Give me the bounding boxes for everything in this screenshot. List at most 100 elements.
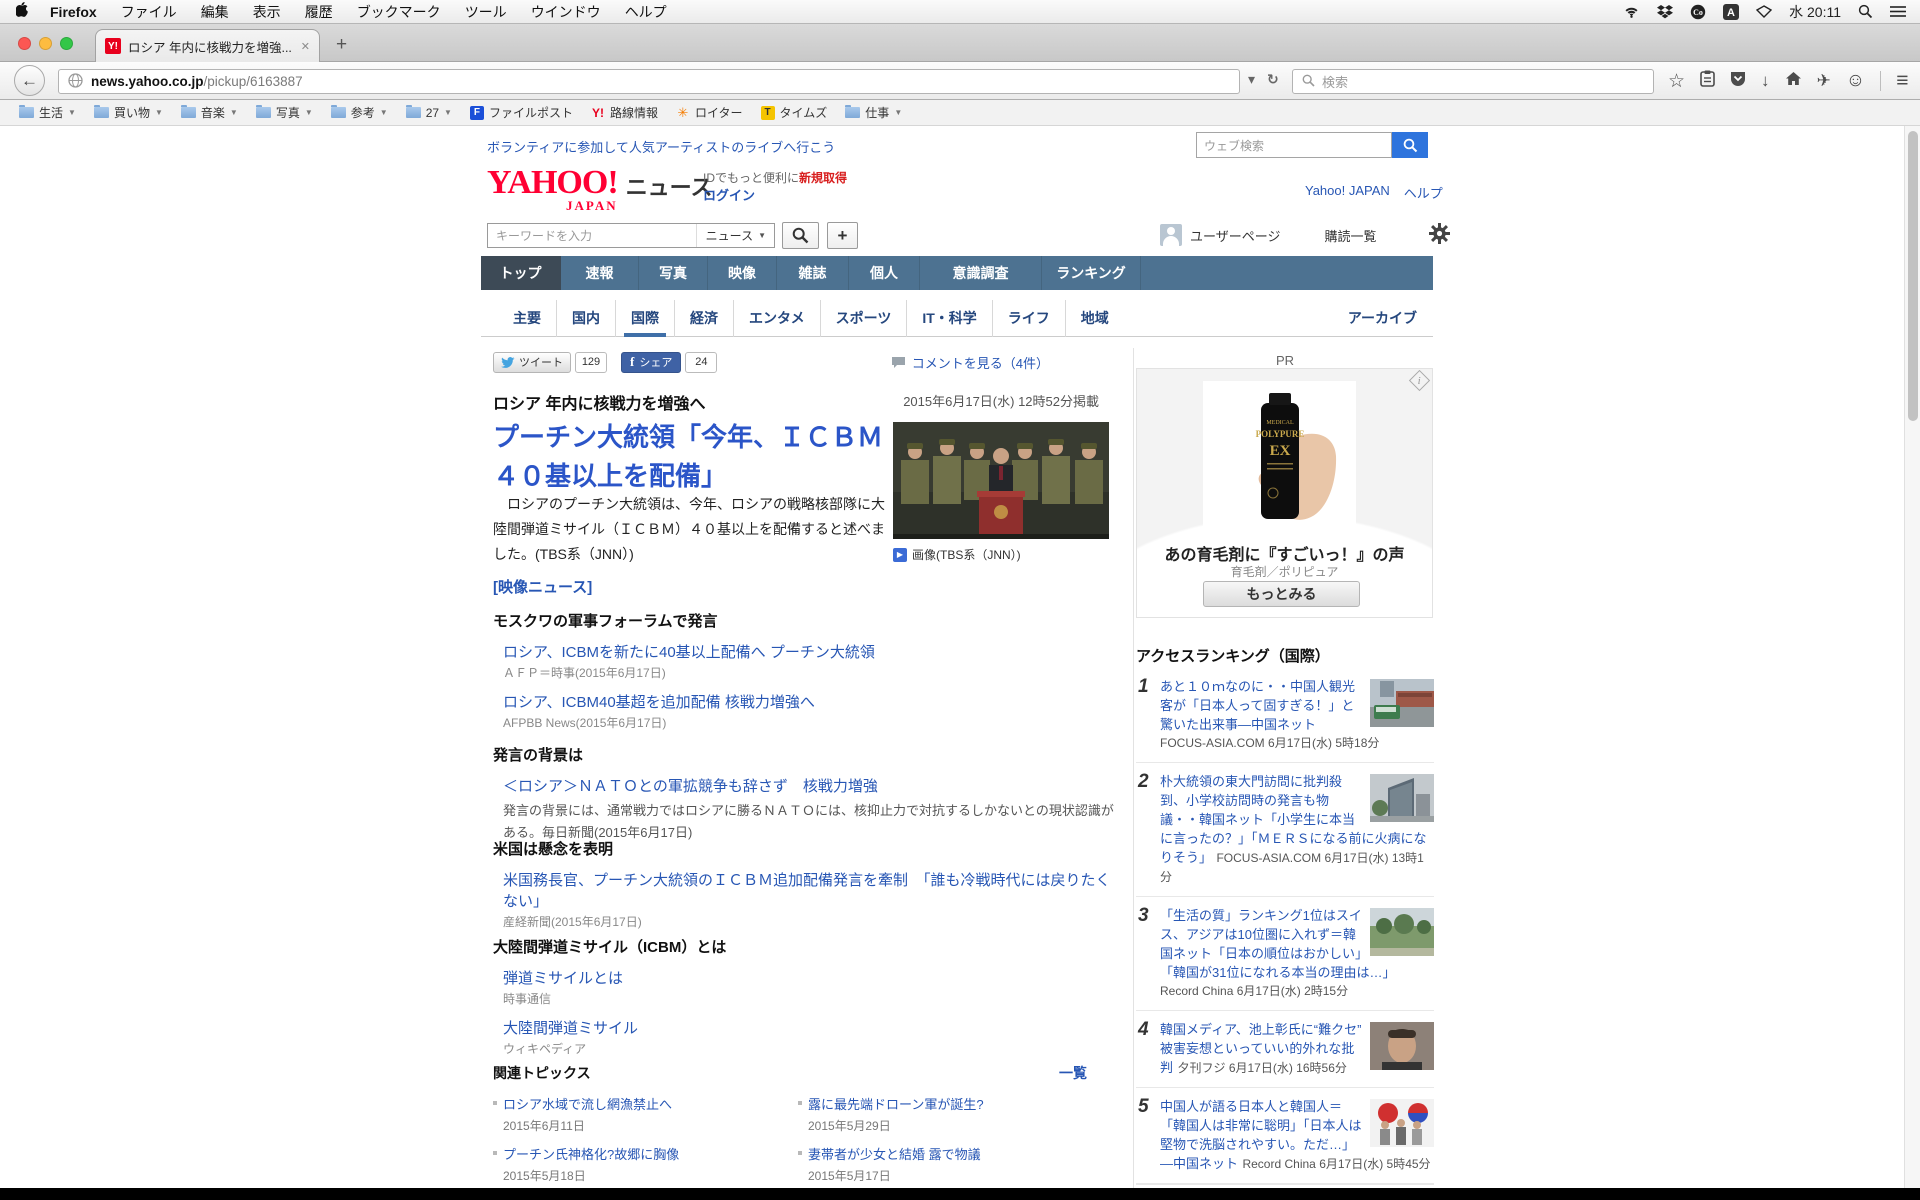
new-tab-button[interactable]: +	[336, 34, 347, 56]
window-zoom-button[interactable]	[60, 37, 73, 50]
nav-tab-photo[interactable]: 写真	[639, 256, 708, 290]
menu-help[interactable]: ヘルプ	[625, 2, 667, 22]
nav-tab-top[interactable]: トップ	[481, 256, 561, 290]
bookmark-folder-music[interactable]: 音楽▼	[172, 104, 247, 121]
browser-search-field[interactable]: 検索	[1292, 69, 1654, 94]
wifi-icon[interactable]	[1623, 5, 1640, 18]
downloads-icon[interactable]: ↓	[1761, 71, 1770, 91]
menu-window[interactable]: ウインドウ	[531, 2, 601, 22]
creative-cloud-icon[interactable]: Co	[1690, 4, 1706, 20]
news-link[interactable]: ロシア、ICBMを新たに40基以上配備へ プーチン大統領	[503, 642, 1115, 663]
menu-bookmarks[interactable]: ブックマーク	[357, 2, 441, 22]
news-link[interactable]: ＜ロシア＞ＮＡＴＯとの軍拡競争も辞さず 核戦力増強	[503, 776, 1115, 797]
hamburger-menu-icon[interactable]: ≡	[1896, 69, 1908, 93]
pocket-icon[interactable]	[1730, 71, 1746, 92]
input-source-icon[interactable]: A	[1723, 4, 1739, 20]
diamond-menu-icon[interactable]	[1756, 5, 1772, 18]
archive-link[interactable]: アーカイブ	[1348, 308, 1417, 328]
ranking-thumbnail[interactable]	[1370, 679, 1434, 727]
video-news-link[interactable]: [映像ニュース]	[493, 576, 592, 597]
url-bar[interactable]: news.yahoo.co.jp/pickup/6163887	[58, 69, 1240, 94]
bookmark-folder-shopping[interactable]: 買い物▼	[85, 104, 172, 121]
web-search-input[interactable]: ウェブ検索	[1196, 132, 1392, 158]
bookmark-folder-27[interactable]: 27▼	[397, 106, 461, 120]
user-avatar[interactable]	[1160, 224, 1182, 246]
bookmark-reuters[interactable]: ✳ロイター	[667, 104, 752, 121]
related-topics-list-link[interactable]: 一覧	[1059, 1063, 1087, 1083]
ad-box[interactable]: i MEDICAL POLYPURE EX あの育毛剤に『すごいっ！』の声	[1136, 368, 1433, 618]
bookmark-folder-work[interactable]: 仕事▼	[836, 104, 911, 121]
menu-edit[interactable]: 編集	[201, 2, 229, 22]
ranking-thumbnail[interactable]	[1370, 1022, 1434, 1070]
keyword-search-input[interactable]: キーワードを入力 ニュース▼	[487, 223, 775, 248]
reload-icon[interactable]: ↻	[1267, 71, 1279, 88]
ranking-thumbnail[interactable]	[1370, 774, 1434, 822]
subnav-life[interactable]: ライフ	[993, 300, 1066, 337]
menu-view[interactable]: 表示	[253, 2, 281, 22]
window-close-button[interactable]	[18, 37, 31, 50]
news-link[interactable]: 米国務長官、プーチン大統領のＩＣＢＭ追加配備発言を牽制 「誰も冷戦時代には戻りた…	[503, 870, 1115, 912]
bookmark-star-icon[interactable]: ☆	[1668, 70, 1685, 93]
subnav-world[interactable]: 国際	[616, 300, 675, 337]
nav-tab-magazine[interactable]: 雑誌	[777, 256, 849, 290]
news-search-button[interactable]	[782, 222, 819, 249]
image-caption[interactable]: ▶ 画像(TBS系（JNN）)	[893, 546, 1021, 563]
tweet-button[interactable]: ツイート	[493, 352, 571, 373]
promo-banner-link[interactable]: ボランティアに参加して人気アーティストのライブへ行こう	[487, 137, 835, 156]
subnav-main[interactable]: 主要	[498, 300, 557, 337]
subnav-region[interactable]: 地域	[1066, 300, 1124, 337]
article-image[interactable]	[893, 422, 1109, 539]
nav-tab-survey[interactable]: 意識調査	[920, 256, 1042, 290]
subnav-entertainment[interactable]: エンタメ	[734, 300, 821, 337]
settings-gear-icon[interactable]	[1429, 223, 1450, 247]
bookmark-transit[interactable]: Y!路線情報	[582, 104, 667, 121]
home-icon[interactable]	[1785, 71, 1802, 91]
urlbar-dropdown-icon[interactable]: ▾	[1248, 71, 1255, 88]
back-button[interactable]: ←	[14, 65, 45, 96]
nav-tab-personal[interactable]: 個人	[849, 256, 920, 290]
ranking-thumbnail[interactable]	[1370, 908, 1434, 956]
notification-center-icon[interactable]	[1890, 5, 1906, 18]
view-comments-link[interactable]: コメントを見る（4件）	[891, 353, 1049, 372]
ad-more-button[interactable]: もっとみる	[1203, 581, 1360, 607]
nav-tab-video[interactable]: 映像	[708, 256, 777, 290]
scrollbar-thumb[interactable]	[1908, 131, 1918, 421]
article-title-link[interactable]: プーチン大統領「今年、ＩＣＢＭ４０基以上を配備」	[493, 418, 897, 496]
bookmark-folder-reference[interactable]: 参考▼	[322, 104, 397, 121]
smiley-extension-icon[interactable]: ☺	[1846, 70, 1865, 92]
nav-tab-flash[interactable]: 速報	[561, 256, 639, 290]
news-link[interactable]: ロシア、ICBM40基超を追加配備 核戦力増強へ	[503, 692, 1115, 713]
menu-tools[interactable]: ツール	[465, 2, 507, 22]
page-scrollbar[interactable]	[1904, 126, 1920, 1188]
news-link[interactable]: 大陸間弾道ミサイル	[503, 1018, 1115, 1039]
tab-close-icon[interactable]: ✕	[301, 40, 310, 53]
nav-tab-ranking[interactable]: ランキング	[1042, 256, 1141, 290]
share-plane-icon[interactable]: ✈	[1817, 71, 1831, 91]
subscriptions-link[interactable]: 購読一覧	[1324, 226, 1376, 245]
subnav-economy[interactable]: 経済	[675, 300, 734, 337]
menu-file[interactable]: ファイル	[121, 2, 177, 22]
login-link[interactable]: ログイン	[703, 188, 755, 203]
yahoo-news-logo[interactable]: YAHOO! JAPAN ニュース	[487, 168, 713, 214]
register-link[interactable]: 新規取得	[799, 171, 847, 185]
dropbox-icon[interactable]	[1657, 5, 1673, 19]
ad-title[interactable]: あの育毛剤に『すごいっ！』の声	[1137, 541, 1432, 565]
help-link[interactable]: ヘルプ	[1404, 183, 1443, 202]
ad-info-icon[interactable]: i	[1409, 370, 1430, 391]
subnav-it-science[interactable]: IT・科学	[907, 300, 992, 337]
spotlight-icon[interactable]	[1858, 4, 1873, 19]
bookmark-filepost[interactable]: Fファイルポスト	[461, 104, 582, 121]
menu-history[interactable]: 履歴	[305, 2, 333, 22]
user-page-link[interactable]: ユーザーページ	[1190, 226, 1280, 245]
ranking-thumbnail[interactable]	[1370, 1099, 1434, 1147]
browser-tab[interactable]: Y! ロシア 年内に核戦力を増強... ✕	[95, 29, 320, 62]
facebook-share-button[interactable]: f シェア	[621, 352, 681, 373]
menu-firefox[interactable]: Firefox	[50, 4, 97, 20]
bookmark-times[interactable]: Tタイムズ	[752, 104, 837, 121]
bookmarks-panel-icon[interactable]	[1700, 70, 1715, 92]
news-link[interactable]: 弾道ミサイルとは	[503, 968, 1115, 989]
search-scope-dropdown[interactable]: ニュース▼	[696, 224, 766, 247]
subnav-domestic[interactable]: 国内	[557, 300, 616, 337]
bookmark-folder-life[interactable]: 生活▼	[10, 104, 85, 121]
web-search-button[interactable]	[1392, 132, 1428, 158]
